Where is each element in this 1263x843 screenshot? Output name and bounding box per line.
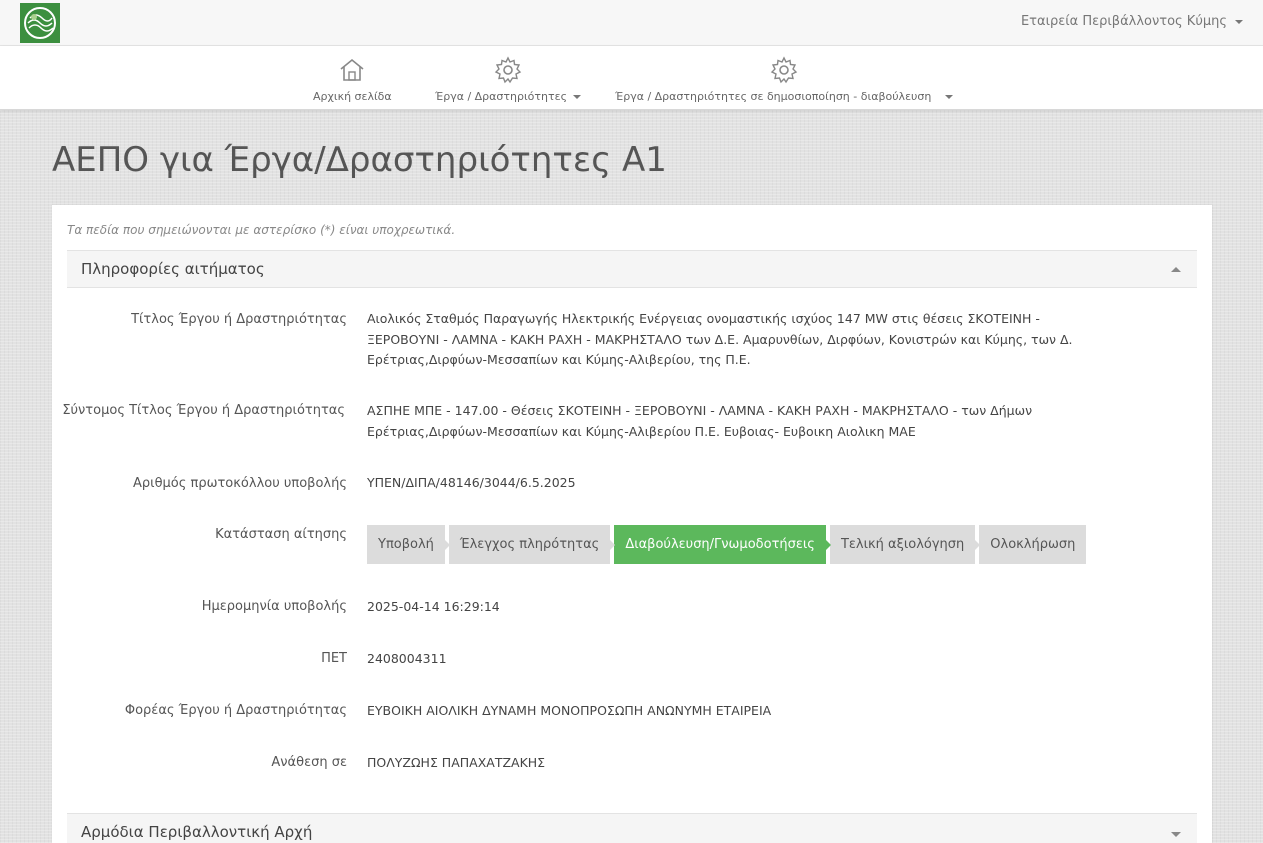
short-title-label: Σύντομος Τίτλος Έργου ή Δραστηριότητας: [62, 403, 345, 418]
title-value: Αιολικός Σταθμός Παραγωγής Ηλεκτρικής Εν…: [367, 311, 1073, 367]
status-label: Κατάσταση αίτησης: [215, 527, 347, 542]
nav-home[interactable]: Αρχική σελίδα: [313, 56, 392, 103]
step-submission: Υποβολή: [367, 525, 450, 564]
chevron-down-icon: [573, 94, 582, 99]
page-title: ΑΕΠΟ για Έργα/Δραστηριότητες Α1: [52, 140, 667, 180]
nav-home-label: Αρχική σελίδα: [313, 90, 392, 103]
nav-works-label: Έργα / Δραστηριότητες: [435, 90, 568, 103]
nav-works[interactable]: Έργα / Δραστηριότητες: [435, 56, 582, 103]
nav-consultation[interactable]: Έργα / Δραστηριότητες σε δημοσιοποίηση -…: [615, 56, 954, 103]
logo-emblem-icon: [20, 3, 60, 43]
pet-label: ΠΕΤ: [321, 651, 347, 666]
protocol-label: Αριθμός πρωτοκόλλου υποβολής: [133, 476, 347, 491]
date-label: Ημερομηνία υποβολής: [201, 599, 347, 614]
section-environmental-authority[interactable]: Αρμόδια Περιβαλλοντική Αρχή: [67, 813, 1197, 843]
short-title-value: ΑΣΠΗΕ ΜΠΕ - 147.00 - Θέσεις ΣΚΟΤΕΙΝΗ - Ξ…: [367, 403, 1033, 439]
chevron-down-icon: [1235, 19, 1243, 24]
gear-icon: [494, 56, 522, 84]
pet-value: 2408004311: [367, 651, 447, 666]
user-menu[interactable]: Εταιρεία Περιβάλλοντος Κύμης: [1021, 14, 1243, 29]
date-value: 2025-04-14 16:29:14: [367, 599, 500, 614]
nav-works-label-wrap: Έργα / Δραστηριότητες: [435, 90, 582, 103]
status-steps: Υποβολή Έλεγχος πληρότητας Διαβούλευση/Γ…: [367, 525, 1087, 564]
section-request-info-title: Πληροφορίες αιτήματος: [81, 260, 265, 278]
assigned-value: ΠΟΛΥΖΩΗΣ ΠΑΠΑΧΑΤΖΑΚΗΣ: [367, 755, 546, 770]
required-note: Τα πεδία που σημειώνονται με αστερίσκο (…: [67, 223, 456, 237]
top-bar: Εταιρεία Περιβάλλοντος Κύμης: [0, 0, 1263, 46]
title-label: Τίτλος Έργου ή Δραστηριότητας: [131, 312, 347, 327]
step-consultation: Διαβούλευση/Γνωμοδοτήσεις: [614, 525, 831, 564]
request-panel: Τα πεδία που σημειώνονται με αστερίσκο (…: [52, 205, 1212, 843]
nav-consultation-label: Έργα / Δραστηριότητες σε δημοσιοποίηση -…: [615, 90, 932, 103]
section-request-info[interactable]: Πληροφορίες αιτήματος: [67, 250, 1197, 288]
project-body-label: Φορέας Έργου ή Δραστηριότητας: [124, 703, 347, 718]
assigned-label: Ανάθεση σε: [271, 755, 347, 770]
gear-icon: [770, 56, 798, 84]
section-environmental-authority-title: Αρμόδια Περιβαλλοντική Αρχή: [81, 823, 313, 841]
home-icon: [340, 58, 364, 81]
step-completion: Ολοκλήρωση: [979, 525, 1087, 564]
chevron-up-icon[interactable]: [1171, 267, 1181, 272]
site-logo[interactable]: [20, 3, 60, 43]
step-final-evaluation: Τελική αξιολόγηση: [829, 525, 981, 564]
main-nav: Αρχική σελίδα Έργα / Δραστηριότητες Έργα…: [0, 46, 1263, 110]
protocol-value: ΥΠΕΝ/ΔΙΠΑ/48146/3044/6.5.2025: [367, 475, 576, 490]
chevron-down-icon[interactable]: [1171, 832, 1181, 837]
step-completeness-check: Έλεγχος πληρότητας: [448, 525, 616, 564]
chevron-down-icon: [945, 94, 954, 99]
nav-consultation-label-wrap: Έργα / Δραστηριότητες σε δημοσιοποίηση -…: [615, 90, 954, 103]
user-menu-label: Εταιρεία Περιβάλλοντος Κύμης: [1020, 14, 1227, 29]
project-body-value: ΕΥΒΟΙΚΗ ΑΙΟΛΙΚΗ ΔΥΝΑΜΗ ΜΟΝΟΠΡΟΣΩΠΗ ΑΝΩΝΥ…: [367, 703, 772, 718]
